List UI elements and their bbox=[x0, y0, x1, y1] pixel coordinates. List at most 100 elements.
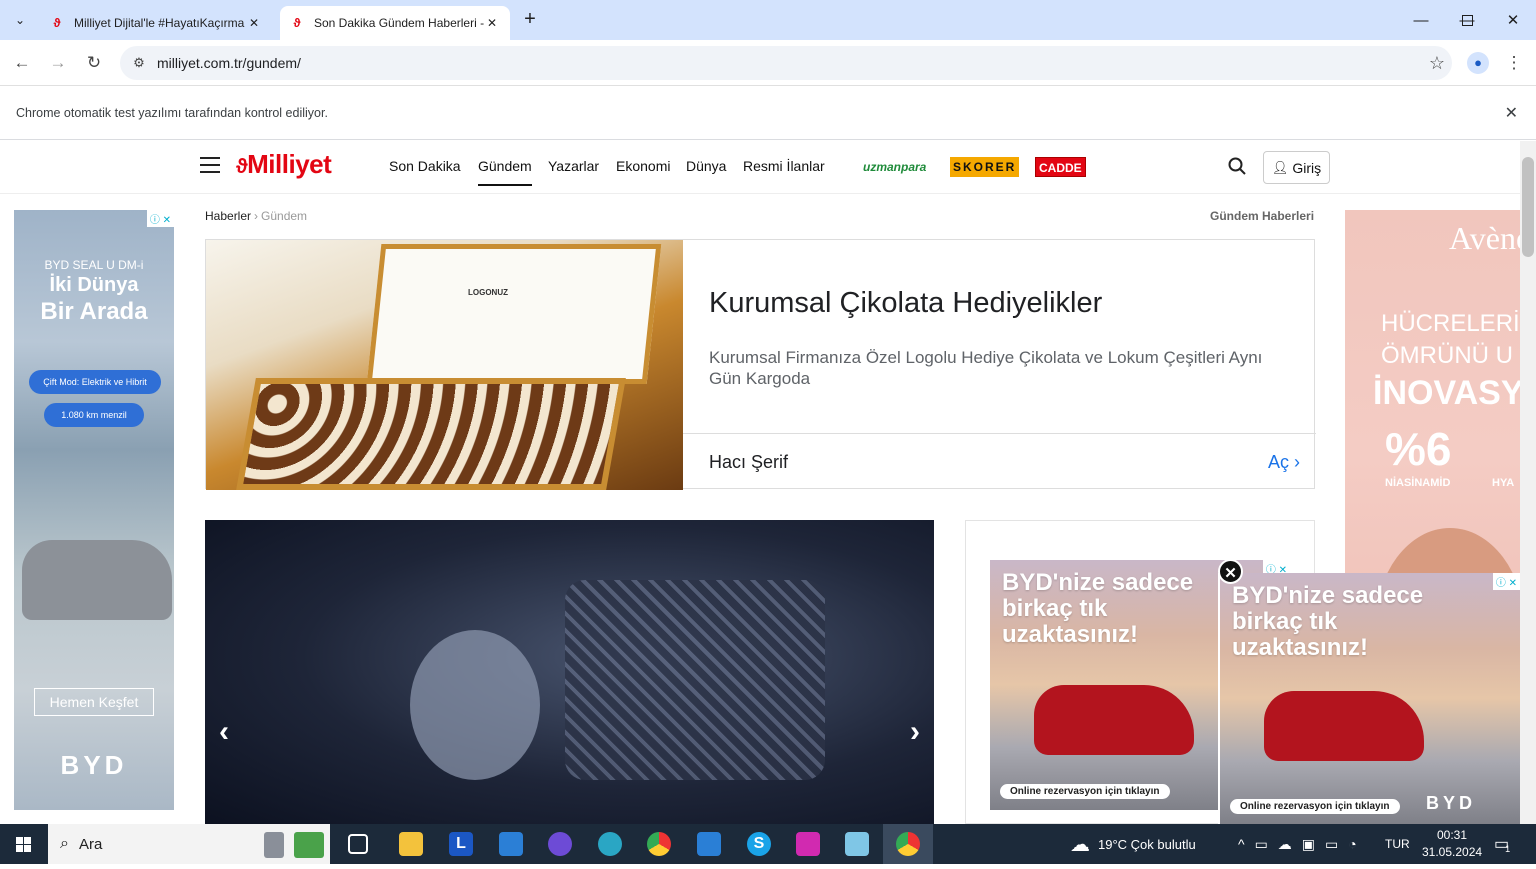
tab-gundem[interactable]: ϑ Son Dakika Gündem Haberleri - ✕ bbox=[280, 6, 510, 40]
windows-taskbar: ⌕ Ara L S ☁ 19°C Çok bulutlu ^▭☁▣▭◔ TUR … bbox=[0, 824, 1536, 864]
divider bbox=[683, 433, 1316, 434]
address-bar[interactable]: ⚙ milliyet.com.tr/gundem/ ☆ bbox=[120, 46, 1452, 80]
edge-icon[interactable] bbox=[598, 832, 622, 856]
notification-count: 1 bbox=[1505, 844, 1511, 854]
clock-date: 31.05.2024 bbox=[1422, 845, 1483, 859]
satellite-dish-image bbox=[410, 630, 540, 780]
box-lid bbox=[366, 244, 662, 384]
nav-gundem[interactable]: Gündem bbox=[478, 158, 532, 186]
notification-center[interactable]: ▭ 1 bbox=[1494, 824, 1510, 864]
satellite-body-image bbox=[565, 580, 825, 780]
chocolate-tray bbox=[236, 378, 626, 490]
breadcrumb-haberler[interactable]: Haberler bbox=[205, 209, 251, 223]
open-label: Aç bbox=[1267, 452, 1289, 472]
hemen-kesfet-button[interactable]: Hemen Keşfet bbox=[34, 688, 154, 716]
nav-resmi-ilanlar[interactable]: Resmi İlanlar bbox=[743, 158, 825, 174]
milliyet-favicon: ϑ bbox=[293, 16, 301, 30]
map-icon bbox=[294, 832, 324, 858]
ad-right-pct: %6 bbox=[1385, 423, 1452, 475]
windows-start-icon[interactable] bbox=[0, 824, 48, 864]
chocolate-box-image: LOGONUZ bbox=[206, 240, 683, 490]
weather-text: 19°C Çok bulutlu bbox=[1098, 836, 1196, 852]
tab-search-button[interactable]: ⌄ bbox=[8, 8, 32, 32]
tab-close-icon[interactable]: ✕ bbox=[246, 16, 262, 30]
taskbar-search[interactable]: ⌕ Ara bbox=[48, 824, 330, 864]
red-car-image bbox=[1264, 691, 1424, 761]
notepad-icon[interactable] bbox=[845, 832, 869, 856]
left-byd-ad[interactable]: ⓘ ✕ BYD SEAL U DM-i İki Dünya Bir Arada … bbox=[14, 210, 174, 810]
minimize-window-button[interactable]: — bbox=[1398, 0, 1444, 40]
page-scrollbar[interactable] bbox=[1520, 141, 1536, 824]
tab-strip: ⌄ ϑ Milliyet Dijital'le #HayatıKaçırma ✕… bbox=[0, 0, 1536, 40]
intellij-icon[interactable] bbox=[796, 832, 820, 856]
adchoices-icon[interactable]: ⓘ ✕ bbox=[1492, 573, 1520, 590]
floating-ad-close-icon[interactable]: ✕ bbox=[1218, 559, 1243, 584]
floating-ad-headline: BYD'nize sadece birkaç tık uzaktasınız! bbox=[1232, 582, 1424, 661]
floating-byd-ad[interactable]: ⓘ ✕ BYD'nize sadece birkaç tık uzaktasın… bbox=[1218, 573, 1520, 824]
advertiser-name: Hacı Şerif bbox=[709, 452, 789, 472]
slider-prev-arrow-icon[interactable]: ‹ bbox=[219, 715, 229, 749]
slider-next-arrow-icon[interactable]: › bbox=[910, 715, 920, 749]
avene-logo: Avène bbox=[1449, 220, 1520, 256]
clock[interactable]: 00:31 31.05.2024 bbox=[1422, 828, 1482, 859]
url-text[interactable]: milliyet.com.tr/gundem/ bbox=[157, 55, 1422, 71]
clock-time: 00:31 bbox=[1436, 828, 1468, 842]
system-tray-icons[interactable]: ^▭☁▣▭◔ bbox=[1238, 824, 1367, 864]
nav-yazarlar[interactable]: Yazarlar bbox=[548, 158, 599, 174]
search-icon[interactable] bbox=[1228, 157, 1246, 175]
ad-description: Kurumsal Firmanıza Özel Logolu Hediye Çi… bbox=[709, 348, 1263, 388]
login-button[interactable]: 👤︎ Giriş bbox=[1263, 151, 1330, 184]
cadde-link[interactable]: CADDE bbox=[1035, 157, 1086, 177]
profile-avatar-icon[interactable]: ● bbox=[1464, 49, 1492, 77]
logo-text: Milliyet bbox=[247, 149, 332, 179]
tab-title: Milliyet Dijital'le #HayatıKaçırma bbox=[74, 16, 245, 30]
infobar-close-icon[interactable]: ✕ bbox=[1505, 103, 1518, 123]
mail-icon[interactable] bbox=[499, 832, 523, 856]
new-tab-button[interactable]: + bbox=[518, 8, 542, 32]
tab-milliyet-dijital[interactable]: ϑ Milliyet Dijital'le #HayatıKaçırma ✕ bbox=[40, 6, 272, 40]
l-app-icon[interactable]: L bbox=[449, 832, 473, 856]
uzmanpara-link[interactable]: uzmanpara bbox=[860, 157, 929, 177]
infobar-message: Chrome otomatik test yazılımı tarafından… bbox=[16, 106, 328, 120]
file-explorer-icon[interactable] bbox=[399, 832, 423, 856]
automation-infobar: Chrome otomatik test yazılımı tarafından… bbox=[0, 87, 1536, 140]
reload-icon[interactable]: ↻ bbox=[80, 49, 108, 77]
chrome-icon[interactable] bbox=[647, 832, 671, 856]
ad-right-label: NİASİNAMİD bbox=[1385, 477, 1451, 489]
nav-son-dakika[interactable]: Son Dakika bbox=[389, 158, 461, 174]
forward-arrow-icon[interactable]: → bbox=[44, 49, 72, 77]
bookmark-star-icon[interactable]: ☆ bbox=[1422, 53, 1452, 74]
store-icon[interactable] bbox=[697, 832, 721, 856]
news-slider[interactable]: ‹ › bbox=[205, 520, 934, 824]
language-indicator[interactable]: TUR bbox=[1385, 824, 1410, 864]
login-label: Giriş bbox=[1292, 159, 1322, 176]
chrome-icon bbox=[896, 832, 920, 856]
skorer-link[interactable]: SKORER bbox=[950, 157, 1020, 177]
nav-dunya[interactable]: Dünya bbox=[686, 158, 726, 174]
chevron-right-icon: › bbox=[1294, 452, 1300, 472]
active-chrome-task[interactable] bbox=[883, 824, 933, 864]
milliyet-logo[interactable]: ϑMilliyet bbox=[236, 149, 332, 180]
breadcrumb-gundem[interactable]: Gündem bbox=[261, 209, 307, 223]
menu-kebab-icon[interactable]: ⋮ bbox=[1500, 49, 1528, 77]
chocolate-ad-banner[interactable]: LOGONUZ Kurumsal Çikolata Hediyelikler K… bbox=[205, 239, 1316, 490]
restore-window-button[interactable] bbox=[1444, 0, 1490, 40]
close-window-button[interactable]: ✕ bbox=[1490, 0, 1536, 40]
back-arrow-icon[interactable]: ← bbox=[8, 49, 36, 77]
hamburger-menu-icon[interactable] bbox=[200, 157, 220, 173]
copilot-icon[interactable] bbox=[548, 832, 572, 856]
floating-ad-cta[interactable]: Online rezervasyon için tıklayın bbox=[1230, 799, 1400, 814]
adchoices-icon[interactable]: ⓘ ✕ bbox=[146, 210, 174, 227]
car-ad-cta[interactable]: Online rezervasyon için tıklayın bbox=[1000, 784, 1170, 799]
tab-close-icon[interactable]: ✕ bbox=[484, 16, 500, 30]
ad-line1: BYD SEAL U DM-i bbox=[44, 258, 144, 272]
task-view-icon[interactable] bbox=[348, 834, 368, 854]
open-button[interactable]: Aç › bbox=[1268, 452, 1300, 473]
site-info-icon[interactable]: ⚙ bbox=[124, 55, 154, 71]
ad-line2: İki Dünya bbox=[49, 274, 139, 296]
ad-title[interactable]: Kurumsal Çikolata Hediyelikler bbox=[709, 287, 1102, 320]
weather-widget[interactable]: ☁ 19°C Çok bulutlu bbox=[1070, 824, 1196, 864]
skype-icon[interactable]: S bbox=[747, 832, 771, 856]
scrollbar-thumb[interactable] bbox=[1522, 157, 1534, 257]
nav-ekonomi[interactable]: Ekonomi bbox=[616, 158, 670, 174]
